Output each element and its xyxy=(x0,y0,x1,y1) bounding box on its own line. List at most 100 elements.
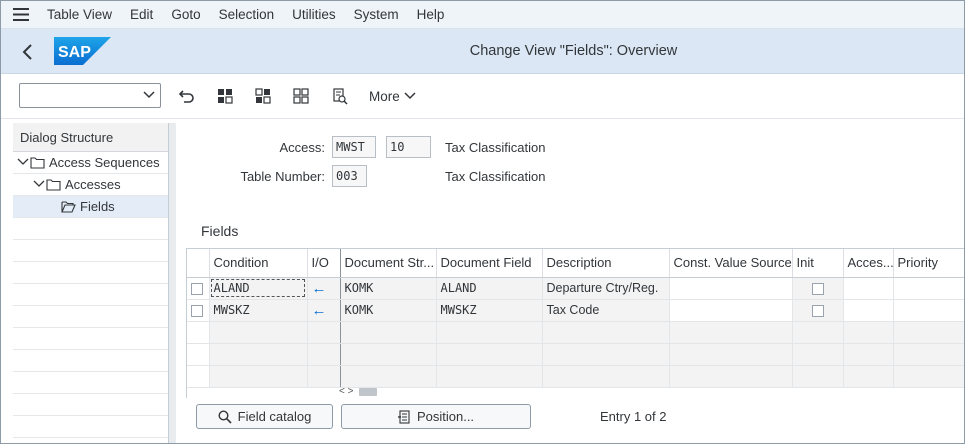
priority-cell[interactable] xyxy=(893,299,964,322)
init-checkbox[interactable] xyxy=(811,304,824,317)
fields-table: Condition I/O Document Str... Document F… xyxy=(186,248,964,398)
tree-item-access-sequences[interactable]: Access Sequences xyxy=(13,152,168,174)
fields-section-title: Fields xyxy=(201,223,239,239)
column-header-const-value-source[interactable]: Const. Value Source xyxy=(669,249,793,278)
menu-selection[interactable]: Selection xyxy=(213,1,281,29)
column-header-document-field[interactable]: Document Field xyxy=(436,249,543,278)
const-value-source-cell[interactable] xyxy=(669,299,793,322)
menu-goto[interactable]: Goto xyxy=(165,1,206,29)
column-header-document-structure[interactable]: Document Str... xyxy=(340,249,437,278)
select-block-icon[interactable] xyxy=(253,86,273,106)
tree-empty-row xyxy=(13,350,168,372)
more-button[interactable]: More xyxy=(369,86,416,106)
arrow-left-icon: ← xyxy=(311,279,327,297)
sap-window: Table View Edit Goto Selection Utilities… xyxy=(0,0,965,444)
arrow-left-icon: ← xyxy=(311,301,327,319)
menu-edit[interactable]: Edit xyxy=(124,1,159,29)
deselect-all-icon[interactable] xyxy=(291,86,311,106)
dialog-structure-header: Dialog Structure xyxy=(13,123,168,152)
sap-logo: SAP xyxy=(54,37,111,65)
io-cell: ← xyxy=(307,299,341,322)
document-structure-cell: KOMK xyxy=(340,299,437,322)
document-field-cell: ALAND xyxy=(436,277,543,300)
tree-empty-row xyxy=(13,416,168,438)
chevron-down-icon[interactable] xyxy=(33,179,45,189)
panel-splitter[interactable] xyxy=(169,123,176,443)
condition-cell[interactable]: ALAND xyxy=(209,277,308,300)
menu-table-view[interactable]: Table View xyxy=(41,1,118,29)
entry-counter: Entry 1 of 2 xyxy=(600,409,667,424)
chevron-down-icon xyxy=(404,92,416,100)
undo-icon[interactable] xyxy=(177,86,197,106)
condition-cell[interactable]: MWSKZ xyxy=(209,299,308,322)
access-description: Tax Classification xyxy=(445,140,546,155)
tree-empty-row xyxy=(13,262,168,284)
more-label: More xyxy=(369,88,400,104)
io-cell: ← xyxy=(307,277,341,300)
access-cell[interactable] xyxy=(843,277,894,300)
init-cell xyxy=(792,277,844,300)
tree-empty-row xyxy=(13,218,168,240)
table-row: ALAND ← KOMK ALAND Departure Ctry/Reg. xyxy=(187,277,964,300)
hamburger-menu-icon[interactable] xyxy=(1,1,41,29)
column-header-access[interactable]: Acces... xyxy=(843,249,894,278)
tree-empty-row xyxy=(13,372,168,394)
field-catalog-button[interactable]: Field catalog xyxy=(196,404,333,429)
priority-cell[interactable] xyxy=(893,277,964,300)
folder-icon xyxy=(46,179,61,191)
horizontal-scrollbar-thumb[interactable] xyxy=(359,388,377,396)
menu-system[interactable]: System xyxy=(348,1,405,29)
column-header-priority[interactable]: Priority xyxy=(893,249,964,278)
menu-bar: Table View Edit Goto Selection Utilities… xyxy=(1,1,964,29)
tree-item-fields[interactable]: Fields xyxy=(13,196,168,218)
column-header-description[interactable]: Description xyxy=(542,249,670,278)
description-cell: Departure Ctry/Reg. xyxy=(542,277,670,300)
table-number-description: Tax Classification xyxy=(445,169,546,184)
row-selector[interactable] xyxy=(187,299,210,322)
field-catalog-label: Field catalog xyxy=(237,409,312,424)
command-field[interactable] xyxy=(19,83,161,108)
search-icon xyxy=(218,409,232,424)
tree-item-label: Accesses xyxy=(65,177,121,192)
position-label: Position... xyxy=(416,409,475,424)
application-toolbar: More xyxy=(1,74,964,119)
init-checkbox[interactable] xyxy=(811,282,824,295)
select-all-rows-header[interactable] xyxy=(187,249,210,278)
menu-help[interactable]: Help xyxy=(411,1,451,29)
access-cell[interactable] xyxy=(843,299,894,322)
row-selector[interactable] xyxy=(187,277,210,300)
tree-empty-row xyxy=(13,284,168,306)
tree-empty-row xyxy=(13,240,168,262)
menu-utilities[interactable]: Utilities xyxy=(286,1,342,29)
sap-logo-text: SAP xyxy=(58,44,91,61)
table-header-row: Condition I/O Document Str... Document F… xyxy=(187,249,964,278)
access-field: MWST xyxy=(332,136,376,158)
column-header-io[interactable]: I/O xyxy=(307,249,341,278)
init-cell xyxy=(792,299,844,322)
tree-empty-row xyxy=(13,394,168,416)
open-folder-icon xyxy=(61,201,76,213)
print-preview-icon[interactable] xyxy=(329,86,349,106)
table-empty-row xyxy=(187,321,964,344)
table-row: MWSKZ ← KOMK MWSKZ Tax Code xyxy=(187,299,964,322)
back-arrow-icon[interactable] xyxy=(15,39,41,65)
tree-item-accesses[interactable]: Accesses xyxy=(13,174,168,196)
document-structure-cell: KOMK xyxy=(340,277,437,300)
tree-empty-row xyxy=(13,306,168,328)
chevron-down-icon[interactable] xyxy=(143,90,155,100)
chevron-down-icon[interactable] xyxy=(17,157,29,167)
table-number-label: Table Number: xyxy=(240,169,325,184)
select-all-icon[interactable] xyxy=(215,86,235,106)
access-label: Access: xyxy=(279,140,325,155)
table-empty-row xyxy=(187,343,964,366)
folder-icon xyxy=(30,157,45,169)
column-header-condition[interactable]: Condition xyxy=(209,249,308,278)
title-bar: SAP Change View "Fields": Overview xyxy=(1,29,964,74)
const-value-source-cell[interactable] xyxy=(669,277,793,300)
column-header-init[interactable]: Init xyxy=(792,249,844,278)
table-empty-row xyxy=(187,365,964,388)
table-number-field: 003 xyxy=(332,165,367,187)
position-button[interactable]: Position... xyxy=(341,404,531,429)
dialog-structure-panel: Dialog Structure Access Sequences Access… xyxy=(13,123,169,443)
tree-item-label: Fields xyxy=(80,199,115,214)
